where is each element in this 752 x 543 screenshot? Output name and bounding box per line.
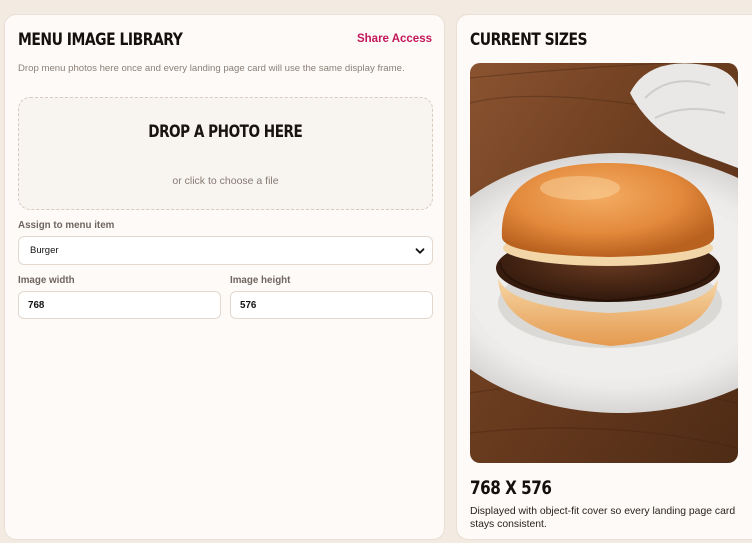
- library-title: MENU IMAGE LIBRARY: [18, 30, 183, 50]
- sizes-caption: Displayed with object-fit cover so every…: [470, 506, 736, 530]
- image-height-value: 576: [240, 300, 257, 311]
- current-dimensions: 768 X 576: [470, 477, 552, 499]
- menu-image-library-panel: MENU IMAGE LIBRARY Share Access Drop men…: [4, 14, 445, 540]
- menu-item-select-value: Burger: [30, 245, 59, 256]
- image-height-label: Image height: [230, 275, 291, 286]
- dropzone-title: DROP A PHOTO HERE: [148, 122, 303, 142]
- image-height-input[interactable]: 576: [230, 291, 433, 319]
- assign-menu-item-label: Assign to menu item: [18, 220, 115, 231]
- burger-illustration: [470, 63, 738, 463]
- image-width-label: Image width: [18, 275, 75, 286]
- dropzone-title-wrap: DROP A PHOTO HERE: [19, 122, 432, 142]
- dropzone-subtitle: or click to choose a file: [172, 175, 279, 187]
- share-access-link[interactable]: Share Access: [357, 33, 432, 45]
- current-sizes-title: CURRENT SIZES: [470, 30, 588, 50]
- library-description: Drop menu photos here once and every lan…: [18, 63, 405, 74]
- chevron-down-icon: [415, 248, 425, 254]
- image-width-value: 768: [28, 300, 45, 311]
- current-sizes-panel: CURRENT SIZES 768 X 576 Displayed with o…: [456, 14, 752, 540]
- burger-photo: [470, 63, 738, 463]
- menu-item-select[interactable]: Burger: [18, 236, 433, 265]
- photo-dropzone[interactable]: DROP A PHOTO HERE or click to choose a f…: [18, 97, 433, 210]
- image-width-input[interactable]: 768: [18, 291, 221, 319]
